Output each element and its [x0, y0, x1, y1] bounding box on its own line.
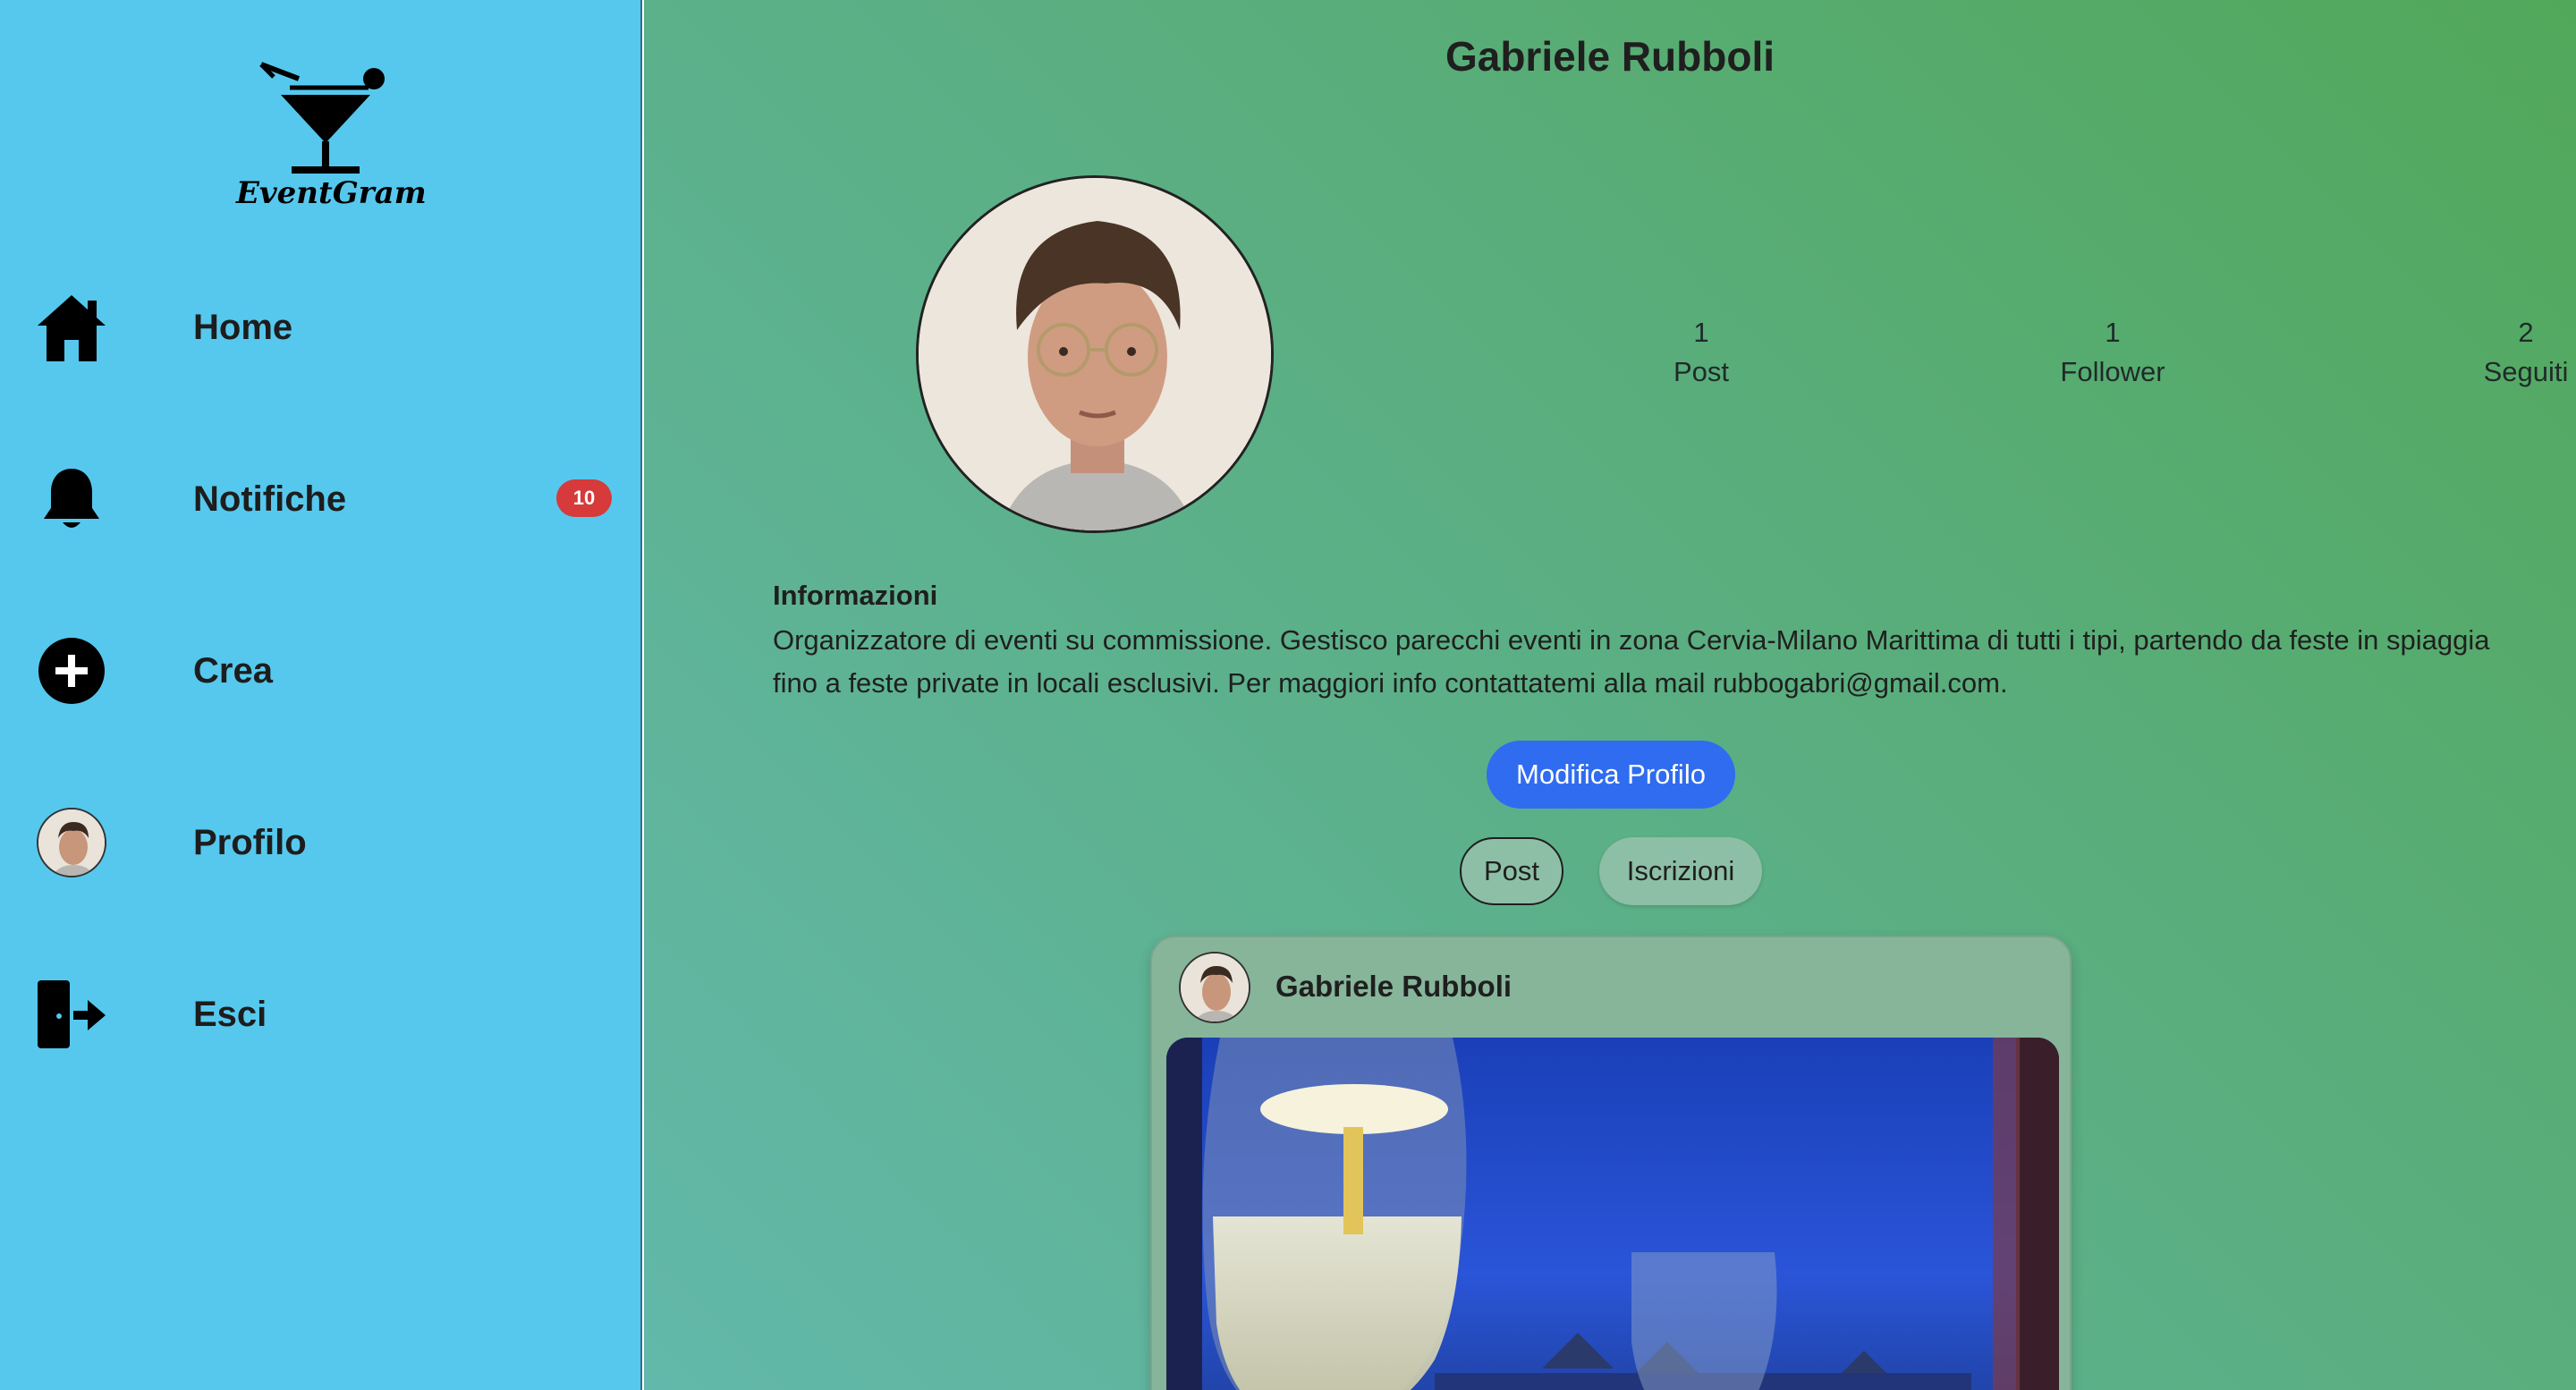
sidebar-item-label: Notifiche	[193, 479, 347, 519]
page-title: Gabriele Rubboli	[1445, 33, 1775, 80]
post-image[interactable]	[1166, 1038, 2059, 1390]
sidebar-item-label: Home	[193, 308, 293, 347]
notification-count-badge: 10	[556, 479, 612, 517]
sidebar-item-label: Esci	[193, 995, 267, 1034]
sidebar-item-label: Crea	[193, 651, 273, 691]
edit-profile-button[interactable]: Modifica Profilo	[1487, 741, 1735, 809]
profile-avatar[interactable]	[916, 175, 1274, 533]
stat-following[interactable]: 2 Seguiti	[2428, 313, 2576, 392]
post-author-avatar[interactable]	[1179, 952, 1250, 1023]
plus-circle-icon	[34, 633, 109, 708]
logout-icon	[34, 977, 109, 1052]
tab-post[interactable]: Post	[1460, 837, 1563, 905]
info-heading: Informazioni	[773, 580, 938, 611]
cocktail-logo-icon	[259, 62, 385, 174]
app-logo[interactable]: EventGram	[236, 59, 427, 220]
avatar	[37, 808, 106, 877]
post-author-name[interactable]: Gabriele Rubboli	[1275, 970, 1512, 1004]
sidebar-item-esci[interactable]: Esci	[0, 959, 642, 1066]
tab-iscrizioni[interactable]: Iscrizioni	[1599, 837, 1762, 905]
stat-label: Follower	[2060, 356, 2165, 387]
stat-followers[interactable]: 1 Follower	[2014, 313, 2211, 392]
sidebar-avatar-wrapper	[34, 805, 109, 880]
sidebar-item-crea[interactable]: Crea	[0, 615, 642, 723]
bio-text: Organizzatore di eventi su commissione. …	[773, 624, 2490, 699]
profile-page: Gabriele Rubboli 1 Post 1 Follower 2 Seg…	[644, 0, 2576, 1390]
bell-icon	[34, 462, 109, 537]
home-icon	[34, 290, 109, 365]
logo-text: EventGram	[236, 175, 427, 211]
stat-label: Seguiti	[2483, 356, 2569, 387]
sidebar-item-notifiche[interactable]: Notifiche 10	[0, 444, 642, 551]
sidebar-item-profilo[interactable]: Profilo	[0, 787, 642, 894]
stat-label: Post	[1673, 356, 1730, 387]
sidebar-item-label: Profilo	[193, 823, 307, 862]
post-card[interactable]: Gabriele Rubboli	[1150, 936, 2072, 1390]
stat-value: 1	[2105, 317, 2121, 348]
stat-value: 2	[2518, 317, 2534, 348]
stat-posts[interactable]: 1 Post	[1603, 313, 1800, 392]
sidebar-item-home[interactable]: Home	[0, 272, 642, 379]
stat-value: 1	[1693, 317, 1709, 348]
sidebar: EventGram Home Notifiche 10 Crea Profilo…	[0, 0, 642, 1390]
